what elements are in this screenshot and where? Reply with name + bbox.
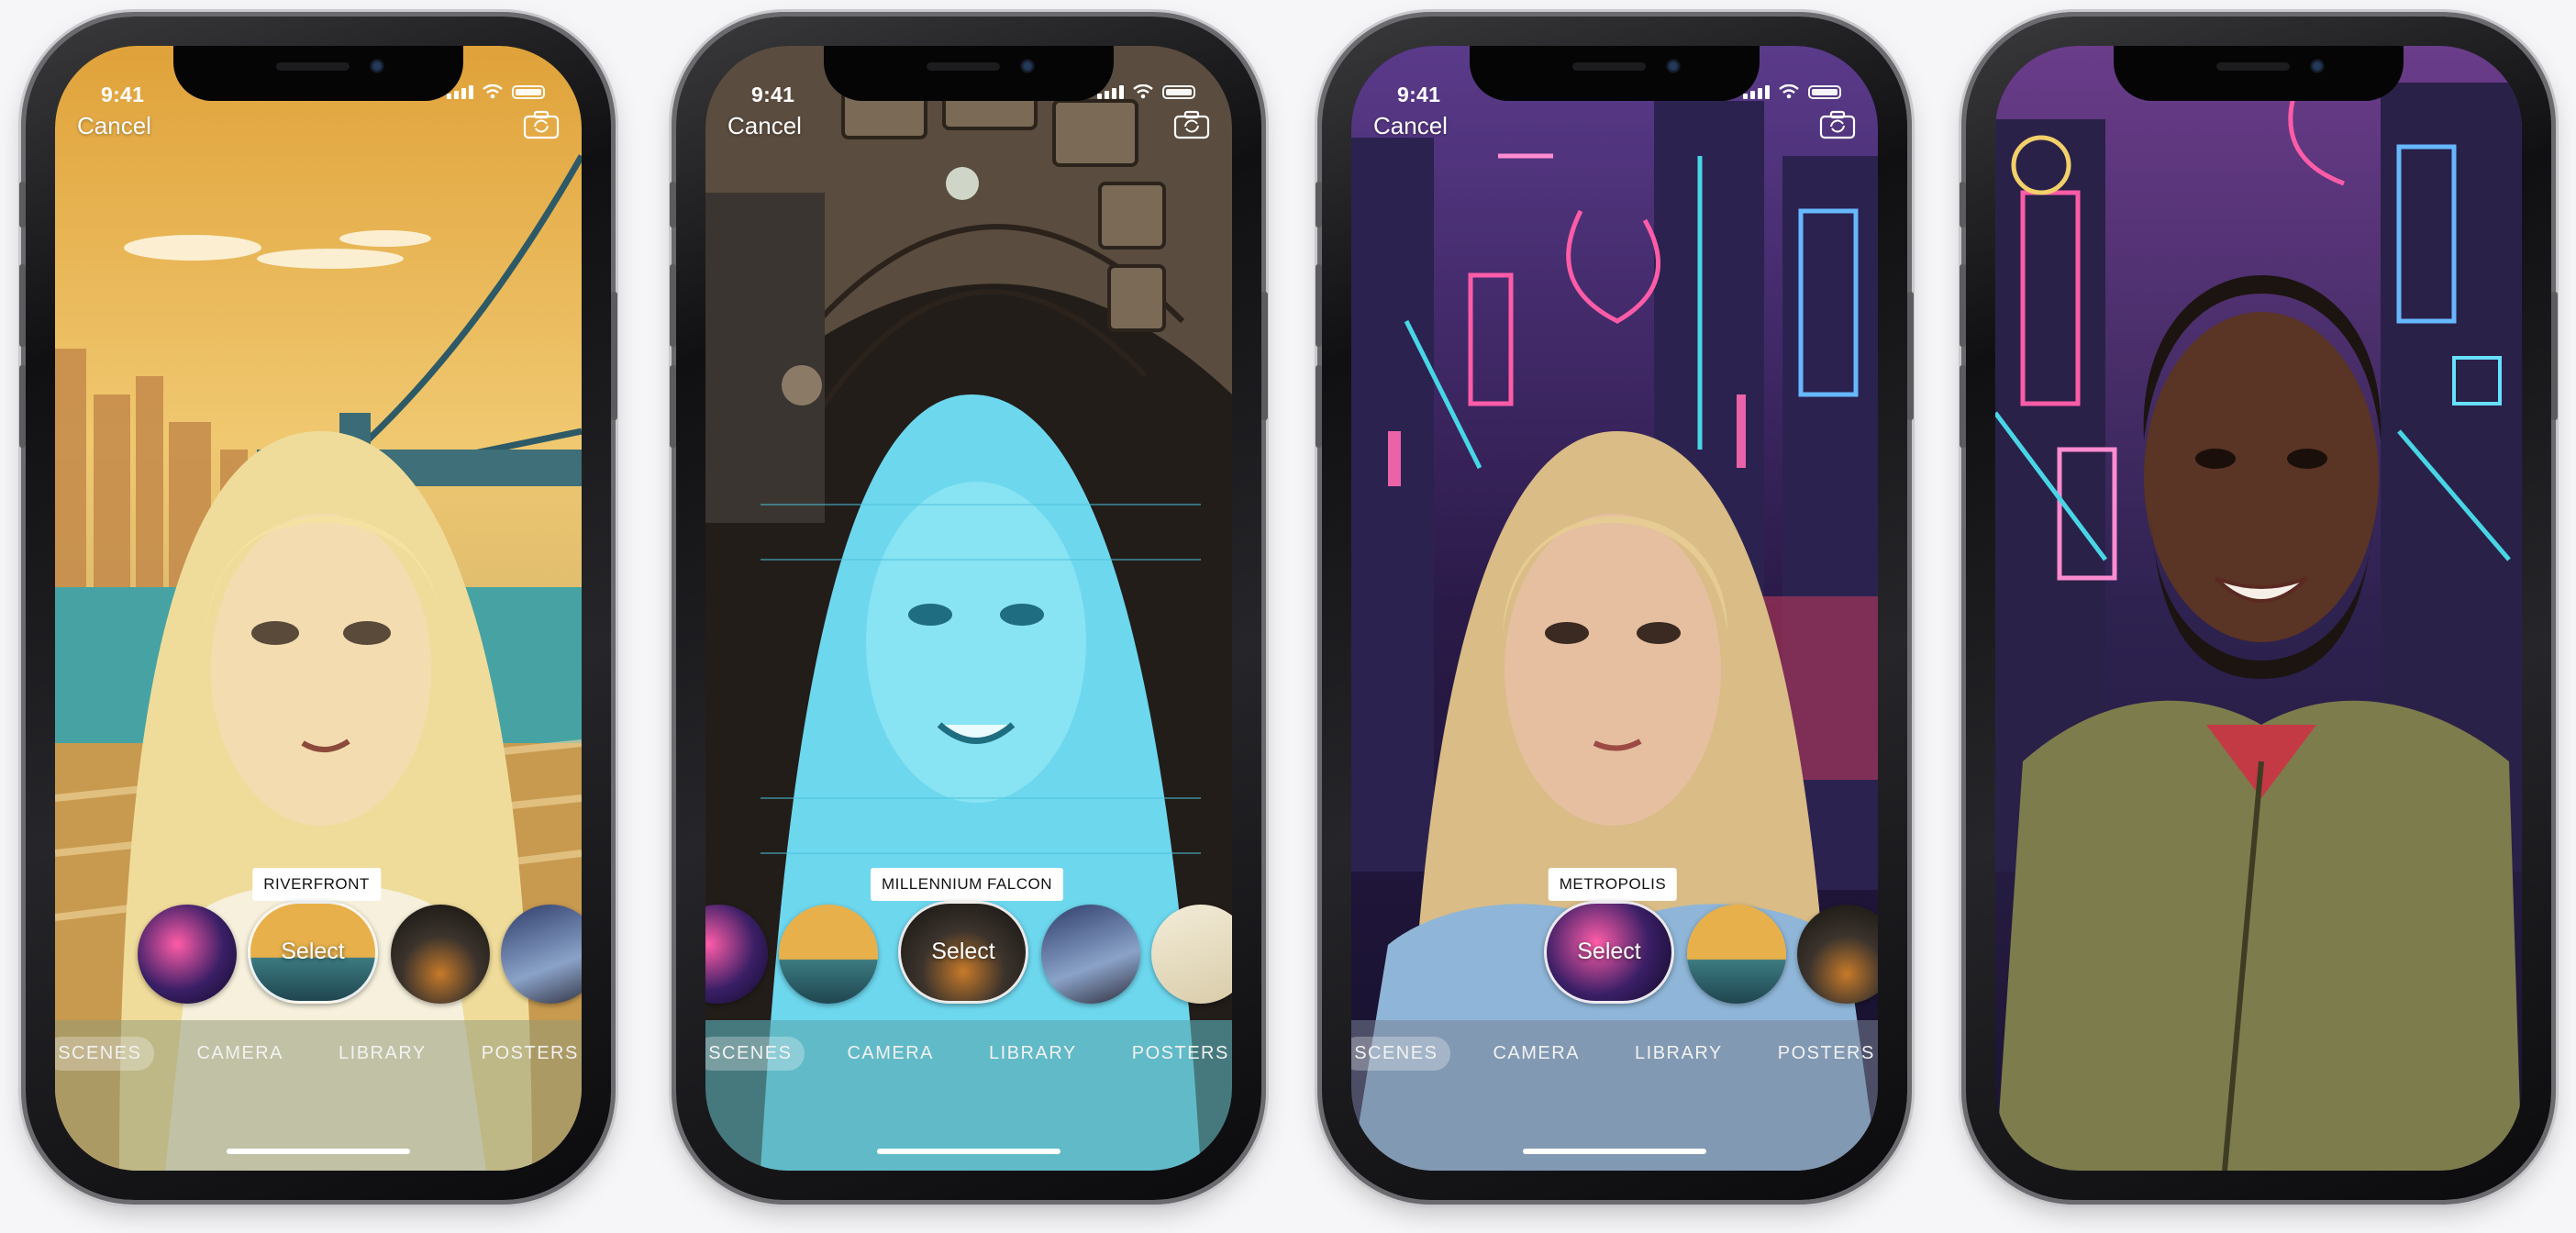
scene-name-label: RIVERFRONT <box>252 868 381 901</box>
wifi-icon <box>483 84 503 99</box>
tab-scenes[interactable]: SCENES <box>705 1037 805 1071</box>
cellular-signal-icon <box>1743 85 1770 99</box>
select-label: Select <box>1577 939 1641 964</box>
status-icons <box>1097 84 1195 99</box>
home-indicator[interactable] <box>227 1149 410 1154</box>
scene-thumb-falcon[interactable] <box>391 905 490 1004</box>
home-indicator[interactable] <box>877 1149 1060 1154</box>
wifi-icon <box>1133 84 1153 99</box>
status-icons <box>1743 84 1841 99</box>
tab-library[interactable]: LIBRARY <box>1622 1037 1736 1071</box>
scene-thumb-riverfront[interactable] <box>1687 905 1786 1004</box>
battery-icon <box>512 85 545 99</box>
phone-metropolis: 9:41 Cancel METROPOLIS Select SCENES CAM… <box>1316 17 1914 1200</box>
tab-camera[interactable]: CAMERA <box>834 1037 947 1071</box>
scene-thumb-city[interactable] <box>1041 905 1140 1004</box>
phone-millennium-falcon: 9:41 Cancel MILLENNIUM FALCON Select SCE… <box>670 17 1268 1200</box>
scene-thumb-sketch[interactable] <box>1151 905 1232 1004</box>
notch <box>173 46 463 101</box>
camera-flip-icon[interactable] <box>1819 110 1856 139</box>
battery-icon <box>1162 85 1195 99</box>
scene-thumb-selected[interactable]: Select <box>1544 901 1674 1004</box>
phone-portrait <box>1960 17 2558 1200</box>
scene-carousel[interactable]: Select <box>1351 901 1878 1011</box>
scene-thumb-city[interactable] <box>501 905 582 1004</box>
scene-thumb-selected[interactable]: Select <box>898 901 1028 1004</box>
scene-carousel[interactable]: Select <box>705 901 1232 1011</box>
tab-scenes[interactable]: SCENES <box>1351 1037 1451 1071</box>
battery-icon <box>1808 85 1841 99</box>
status-time: 9:41 <box>1397 83 1441 106</box>
cellular-signal-icon <box>447 85 473 99</box>
status-icons <box>447 84 545 99</box>
tab-library[interactable]: LIBRARY <box>326 1037 439 1071</box>
select-label: Select <box>281 939 345 964</box>
tab-posters[interactable]: POSTERS <box>1119 1037 1232 1071</box>
tab-library[interactable]: LIBRARY <box>976 1037 1090 1071</box>
notch <box>824 46 1114 101</box>
scene-thumb-metropolis[interactable] <box>138 905 237 1004</box>
scene-thumb-riverfront[interactable] <box>779 905 878 1004</box>
status-time: 9:41 <box>751 83 795 106</box>
cellular-signal-icon <box>1097 85 1124 99</box>
screen: 9:41 Cancel RIVERFRONT Select SCENES CAM… <box>55 46 582 1171</box>
tab-posters[interactable]: POSTERS <box>1765 1037 1878 1071</box>
cancel-button[interactable]: Cancel <box>727 112 802 140</box>
tab-scenes[interactable]: SCENES <box>55 1037 155 1071</box>
scene-thumb-metropolis[interactable] <box>705 905 768 1004</box>
select-label: Select <box>931 939 995 964</box>
metropolis-portrait-scene <box>1995 46 2522 1171</box>
camera-flip-icon[interactable] <box>1173 110 1210 139</box>
home-indicator[interactable] <box>1523 1149 1706 1154</box>
notch <box>2114 46 2404 101</box>
phone-riverfront: 9:41 Cancel RIVERFRONT Select SCENES CAM… <box>19 17 617 1200</box>
tab-posters[interactable]: POSTERS <box>469 1037 582 1071</box>
screen <box>1995 46 2522 1171</box>
cancel-button[interactable]: Cancel <box>1373 112 1448 140</box>
tab-camera[interactable]: CAMERA <box>183 1037 296 1071</box>
scene-name-label: METROPOLIS <box>1548 868 1678 901</box>
notch <box>1470 46 1760 101</box>
cancel-button[interactable]: Cancel <box>77 112 151 140</box>
screen: 9:41 Cancel METROPOLIS Select SCENES CAM… <box>1351 46 1878 1171</box>
scene-carousel[interactable]: Select <box>55 901 582 1011</box>
tab-camera[interactable]: CAMERA <box>1480 1037 1593 1071</box>
camera-flip-icon[interactable] <box>523 110 560 139</box>
screen: 9:41 Cancel MILLENNIUM FALCON Select SCE… <box>705 46 1232 1171</box>
scene-thumb-falcon[interactable] <box>1797 905 1878 1004</box>
scene-name-label: MILLENNIUM FALCON <box>870 868 1064 901</box>
wifi-icon <box>1779 84 1799 99</box>
status-time: 9:41 <box>101 83 145 106</box>
scene-thumb-selected[interactable]: Select <box>248 901 378 1004</box>
